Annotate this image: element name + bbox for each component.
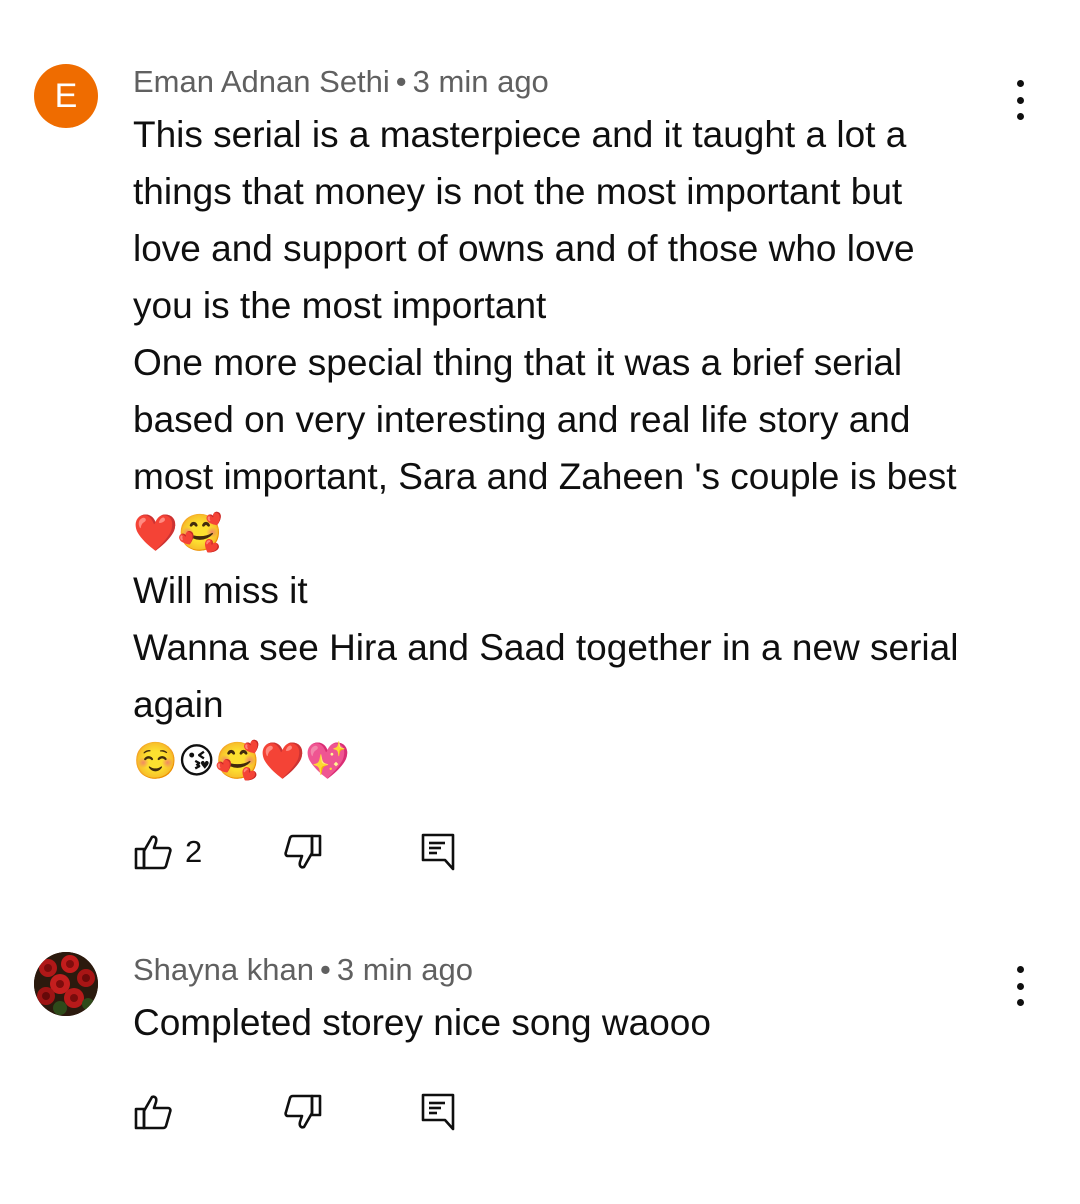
dislike-button[interactable] [283, 832, 421, 872]
like-count: 2 [185, 834, 203, 869]
roses-avatar-image [34, 952, 98, 1016]
thumbs-down-icon [284, 1094, 322, 1129]
reply-button[interactable] [421, 1092, 455, 1132]
comment-meta: Eman Adnan Sethi • 3 min ago [133, 64, 549, 100]
comment-line: based on very interesting and real life … [133, 399, 911, 440]
comment-line: Completed storey nice song waooo [133, 1002, 711, 1043]
timestamp[interactable]: 3 min ago [413, 64, 549, 99]
comment-line: This serial is a masterpiece and it taug… [133, 114, 907, 155]
author-name[interactable]: Eman Adnan Sethi [133, 64, 390, 99]
comment: Shayna khan • 3 min ago Completed storey n… [0, 900, 1080, 1204]
comment-meta: Shayna khan • 3 min ago [133, 952, 473, 988]
meta-separator: • [319, 952, 331, 987]
meta-separator: • [395, 64, 407, 99]
comment-line: most important, Sara and Zaheen 's coupl… [133, 456, 957, 497]
comment-line: Will miss it [133, 570, 308, 611]
comment-line: you is the most important [133, 285, 547, 326]
like-button[interactable] [133, 1092, 283, 1132]
comment-emoji-line: ❤️🥰 [133, 513, 223, 554]
avatar[interactable]: E [34, 64, 98, 128]
dislike-button[interactable] [283, 1092, 421, 1132]
comment-text: This serial is a masterpiece and it taug… [133, 106, 1023, 790]
thumbs-up-icon [134, 1095, 172, 1130]
comment-actions: 2 [133, 830, 455, 874]
reply-button[interactable] [421, 832, 455, 872]
comment-emoji-line: ☺️😘🥰❤️💖 [133, 741, 350, 782]
comment-actions [133, 1090, 455, 1134]
author-name[interactable]: Shayna khan [133, 952, 314, 987]
timestamp[interactable]: 3 min ago [337, 952, 473, 987]
comment-line: One more special thing that it was a bri… [133, 342, 903, 383]
avatar[interactable] [34, 952, 98, 1016]
reply-icon [421, 1093, 455, 1131]
thumbs-up-icon [134, 835, 172, 870]
reply-icon [421, 833, 455, 871]
thumbs-down-icon [284, 834, 322, 869]
comment: E Eman Adnan Sethi • 3 min ago This serial… [0, 0, 1080, 900]
comment-line: again [133, 684, 224, 725]
comment-line: Wanna see Hira and Saad together in a ne… [133, 627, 959, 668]
comment-line: love and support of owns and of those wh… [133, 228, 915, 269]
comment-text: Completed storey nice song waooo [133, 994, 1023, 1051]
like-button[interactable]: 2 [133, 832, 283, 872]
comment-line: things that money is not the most import… [133, 171, 903, 212]
